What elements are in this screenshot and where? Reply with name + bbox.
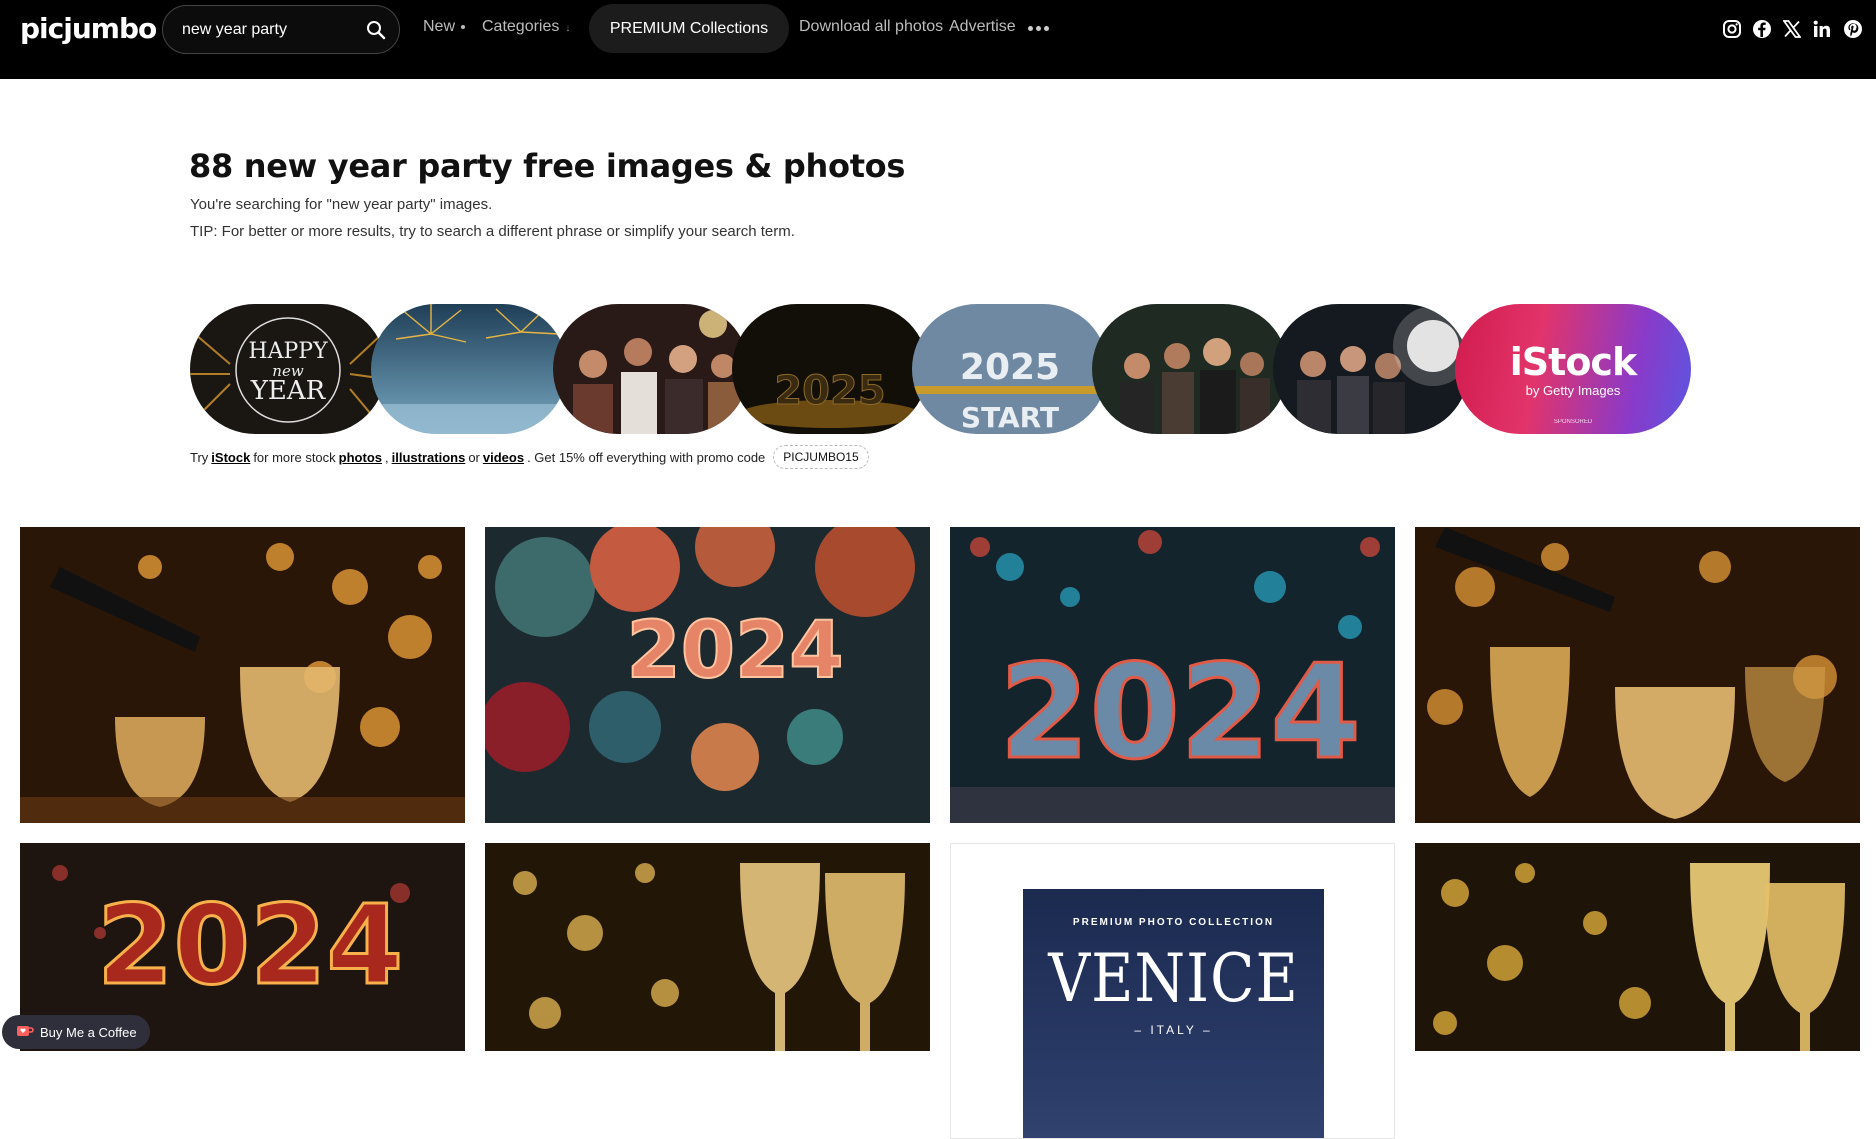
photo-2024-silver-text: 2024 [999, 636, 1361, 788]
promo-or-text: or [468, 449, 480, 465]
nav-categories[interactable]: Categories ↓ [482, 18, 570, 36]
nav-new[interactable]: New [423, 18, 466, 36]
svg-text:2025: 2025 [774, 368, 885, 414]
buy-me-a-coffee-label: Buy Me a Coffee [40, 1024, 137, 1040]
nav-categories-label: Categories [482, 18, 560, 35]
thumb-2025-text: 2025 [960, 347, 1060, 388]
photo-2024-gold-balloons[interactable]: 2024 [20, 843, 465, 1139]
page-title: 88 new year party free images & photos [189, 147, 906, 185]
premium-collections-button[interactable]: PREMIUM Collections [589, 4, 789, 53]
thumbnail-happy-new-year[interactable]: HAPPY new YEAR [190, 304, 386, 434]
thumb-start-text: START [961, 401, 1059, 434]
instagram-icon[interactable] [1721, 18, 1743, 40]
istock-logo-text: iStock [1509, 340, 1637, 384]
istock-sponsored-banner[interactable]: iStock by Getty Images SPONSORED [1455, 304, 1691, 434]
search-tip: TIP: For better or more results, try to … [190, 223, 795, 240]
photo-2024-silver[interactable]: 2024 [950, 527, 1395, 823]
pinterest-icon[interactable] [1842, 18, 1864, 40]
istock-link[interactable]: iStock [211, 450, 250, 465]
more-menu-icon[interactable] [1028, 26, 1049, 31]
venice-premium-ad[interactable]: PREMIUM PHOTO COLLECTION VENICE – ITALY … [950, 843, 1395, 1139]
thumbnail-party-friends[interactable] [553, 304, 749, 434]
x-icon[interactable] [1781, 18, 1803, 40]
photo-champagne-pour-2[interactable] [1415, 527, 1860, 823]
sponsored-label: SPONSORED [1553, 419, 1593, 425]
photo-champagne-pour-1[interactable] [20, 527, 465, 823]
photo-champagne-toast[interactable] [485, 843, 930, 1139]
search-input[interactable]: new year party [182, 21, 353, 39]
venice-kicker: PREMIUM PHOTO COLLECTION [1072, 917, 1275, 928]
photo-champagne-bokeh[interactable] [1415, 843, 1860, 1139]
nav-download-all[interactable]: Download all photos [799, 18, 943, 36]
thumb-happy-text: HAPPY [248, 339, 328, 364]
videos-link[interactable]: videos [483, 450, 524, 465]
photo-2024-balloons[interactable]: 2024 [485, 527, 930, 823]
promo-discount-text: . Get 15% off everything with promo code [527, 449, 766, 465]
istock-promo-line: Try iStock for more stock photos, illust… [190, 445, 869, 469]
venice-collection-cover[interactable]: PREMIUM PHOTO COLLECTION VENICE – ITALY … [1023, 889, 1324, 1138]
thumbnail-fireworks-blue[interactable] [371, 304, 567, 434]
thumbnail-2025-start[interactable]: 2025 START [912, 304, 1108, 434]
thumbnail-2025-dark[interactable]: 2025 [732, 304, 928, 434]
chevron-down-icon: ↓ [565, 23, 571, 34]
istock-by-getty: by Getty Images [1525, 383, 1621, 398]
thumbnail-sparklers[interactable] [1273, 304, 1469, 434]
top-navigation-bar: picjumbo new year party New Categories ↓ … [0, 0, 1876, 79]
photo-2024-text: 2024 [626, 606, 843, 696]
photos-link[interactable]: photos [339, 450, 382, 465]
illustrations-link[interactable]: illustrations [392, 450, 466, 465]
promo-code-badge[interactable]: PICJUMBO15 [773, 445, 869, 469]
promo-for-more-text: for more stock [253, 449, 336, 465]
nav-advertise[interactable]: Advertise [949, 18, 1016, 36]
venice-title: VENICE [1048, 938, 1299, 1018]
new-dot-icon [461, 24, 466, 29]
thumbnail-party-group[interactable] [1092, 304, 1288, 434]
photo-2024-gold-text: 2024 [97, 881, 403, 1009]
thumb-year-text: YEAR [250, 376, 327, 406]
facebook-icon[interactable] [1751, 18, 1773, 40]
nav-new-label: New [423, 18, 456, 35]
venice-subtitle: – ITALY – [1134, 1023, 1213, 1037]
buy-me-a-coffee-button[interactable]: Buy Me a Coffee [2, 1015, 150, 1049]
promo-try-text: Try [190, 449, 209, 465]
site-logo[interactable]: picjumbo [20, 12, 157, 45]
linkedin-icon[interactable] [1811, 18, 1833, 40]
search-description: You're searching for "new year party" im… [190, 196, 493, 213]
search-icon[interactable] [353, 7, 399, 53]
coffee-cup-icon [16, 1024, 34, 1041]
search-box[interactable]: new year party [162, 5, 400, 54]
